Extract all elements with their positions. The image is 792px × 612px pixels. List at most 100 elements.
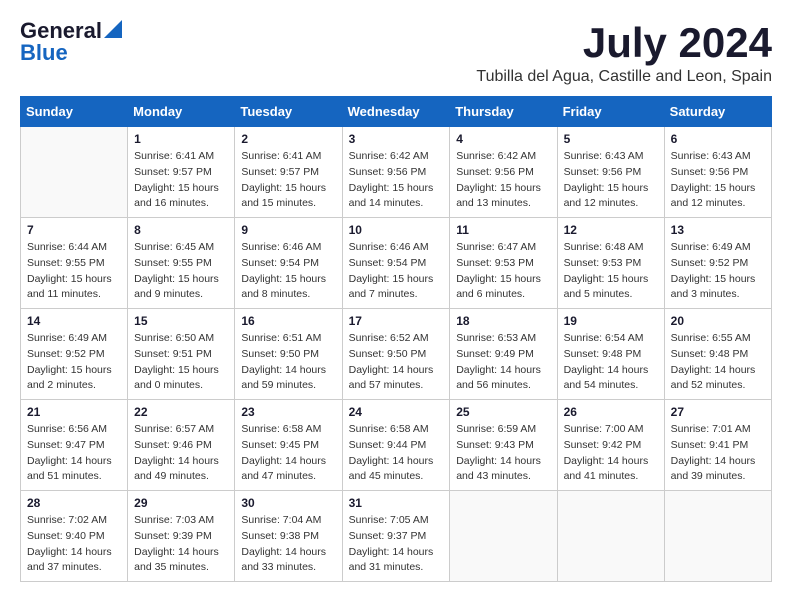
calendar-day-cell: 24 Sunrise: 6:58 AM Sunset: 9:44 PM Dayli… <box>342 400 450 491</box>
calendar-day-cell: 1Sunrise: 6:41 AM Sunset: 9:57 PM Daylig… <box>128 127 235 218</box>
day-info: Sunrise: 6:42 AM Sunset: 9:56 PM Dayligh… <box>456 149 550 212</box>
day-info: Sunrise: 6:42 AM Sunset: 9:56 PM Dayligh… <box>349 149 444 212</box>
calendar-day-cell: 7Sunrise: 6:44 AM Sunset: 9:55 PM Daylig… <box>21 218 128 309</box>
day-info: Sunrise: 6:45 AM Sunset: 9:55 PM Dayligh… <box>134 240 228 303</box>
day-info: Sunrise: 6:43 AM Sunset: 9:56 PM Dayligh… <box>564 149 658 212</box>
day-info: Sunrise: 6:58 AM Sunset: 9:44 PM Dayligh… <box>349 422 444 485</box>
calendar-header-tuesday: Tuesday <box>235 97 342 127</box>
day-info: Sunrise: 6:52 AM Sunset: 9:50 PM Dayligh… <box>349 331 444 394</box>
day-info: Sunrise: 6:55 AM Sunset: 9:48 PM Dayligh… <box>671 331 765 394</box>
day-number: 3 <box>349 132 444 146</box>
day-info: Sunrise: 7:01 AM Sunset: 9:41 PM Dayligh… <box>671 422 765 485</box>
calendar-day-cell: 3 Sunrise: 6:42 AM Sunset: 9:56 PM Daylig… <box>342 127 450 218</box>
calendar-day-cell: 2Sunrise: 6:41 AM Sunset: 9:57 PM Daylig… <box>235 127 342 218</box>
day-number: 28 <box>27 496 121 510</box>
calendar-day-cell: 22 Sunrise: 6:57 AM Sunset: 9:46 PM Dayli… <box>128 400 235 491</box>
page-header: General Blue July 2024 Tubilla del Agua,… <box>20 20 772 86</box>
day-info: Sunrise: 6:57 AM Sunset: 9:46 PM Dayligh… <box>134 422 228 485</box>
day-info: Sunrise: 6:46 AM Sunset: 9:54 PM Dayligh… <box>241 240 335 303</box>
day-number: 11 <box>456 223 550 237</box>
day-info: Sunrise: 7:05 AM Sunset: 9:37 PM Dayligh… <box>349 513 444 576</box>
logo-blue-text: Blue <box>20 42 68 64</box>
day-number: 8 <box>134 223 228 237</box>
calendar-day-cell: 19Sunrise: 6:54 AM Sunset: 9:48 PM Dayli… <box>557 309 664 400</box>
calendar-header-row: SundayMondayTuesdayWednesdayThursdayFrid… <box>21 97 772 127</box>
day-info: Sunrise: 6:49 AM Sunset: 9:52 PM Dayligh… <box>27 331 121 394</box>
calendar-header-saturday: Saturday <box>664 97 771 127</box>
day-number: 15 <box>134 314 228 328</box>
calendar-day-cell: 28 Sunrise: 7:02 AM Sunset: 9:40 PM Dayli… <box>21 491 128 582</box>
day-number: 18 <box>456 314 550 328</box>
calendar-day-cell: 23 Sunrise: 6:58 AM Sunset: 9:45 PM Dayli… <box>235 400 342 491</box>
day-number: 9 <box>241 223 335 237</box>
calendar-day-cell: 14 Sunrise: 6:49 AM Sunset: 9:52 PM Dayli… <box>21 309 128 400</box>
day-number: 4 <box>456 132 550 146</box>
day-number: 10 <box>349 223 444 237</box>
logo-general-text: General <box>20 20 102 42</box>
logo: General Blue <box>20 20 122 64</box>
calendar-day-cell: 18Sunrise: 6:53 AM Sunset: 9:49 PM Dayli… <box>450 309 557 400</box>
calendar-day-cell: 10 Sunrise: 6:46 AM Sunset: 9:54 PM Dayli… <box>342 218 450 309</box>
day-info: Sunrise: 6:47 AM Sunset: 9:53 PM Dayligh… <box>456 240 550 303</box>
day-info: Sunrise: 7:04 AM Sunset: 9:38 PM Dayligh… <box>241 513 335 576</box>
calendar-header-monday: Monday <box>128 97 235 127</box>
day-number: 14 <box>27 314 121 328</box>
day-info: Sunrise: 6:48 AM Sunset: 9:53 PM Dayligh… <box>564 240 658 303</box>
day-info: Sunrise: 7:00 AM Sunset: 9:42 PM Dayligh… <box>564 422 658 485</box>
calendar-day-cell <box>664 491 771 582</box>
calendar-day-cell <box>557 491 664 582</box>
day-number: 27 <box>671 405 765 419</box>
day-number: 23 <box>241 405 335 419</box>
calendar-day-cell <box>21 127 128 218</box>
calendar-header-thursday: Thursday <box>450 97 557 127</box>
day-number: 29 <box>134 496 228 510</box>
day-number: 22 <box>134 405 228 419</box>
day-info: Sunrise: 6:41 AM Sunset: 9:57 PM Dayligh… <box>241 149 335 212</box>
calendar-day-cell: 30 Sunrise: 7:04 AM Sunset: 9:38 PM Dayli… <box>235 491 342 582</box>
calendar-week-row: 7Sunrise: 6:44 AM Sunset: 9:55 PM Daylig… <box>21 218 772 309</box>
day-info: Sunrise: 6:51 AM Sunset: 9:50 PM Dayligh… <box>241 331 335 394</box>
calendar-day-cell: 11 Sunrise: 6:47 AM Sunset: 9:53 PM Dayli… <box>450 218 557 309</box>
day-number: 16 <box>241 314 335 328</box>
day-number: 30 <box>241 496 335 510</box>
calendar-header-friday: Friday <box>557 97 664 127</box>
day-number: 17 <box>349 314 444 328</box>
day-number: 26 <box>564 405 658 419</box>
calendar-week-row: 14 Sunrise: 6:49 AM Sunset: 9:52 PM Dayli… <box>21 309 772 400</box>
day-number: 7 <box>27 223 121 237</box>
month-title: July 2024 <box>476 20 772 66</box>
day-info: Sunrise: 6:50 AM Sunset: 9:51 PM Dayligh… <box>134 331 228 394</box>
calendar-day-cell: 8 Sunrise: 6:45 AM Sunset: 9:55 PM Daylig… <box>128 218 235 309</box>
calendar-day-cell: 29 Sunrise: 7:03 AM Sunset: 9:39 PM Dayli… <box>128 491 235 582</box>
calendar-header-wednesday: Wednesday <box>342 97 450 127</box>
day-info: Sunrise: 7:03 AM Sunset: 9:39 PM Dayligh… <box>134 513 228 576</box>
day-info: Sunrise: 6:46 AM Sunset: 9:54 PM Dayligh… <box>349 240 444 303</box>
calendar-day-cell: 12Sunrise: 6:48 AM Sunset: 9:53 PM Dayli… <box>557 218 664 309</box>
day-info: Sunrise: 6:41 AM Sunset: 9:57 PM Dayligh… <box>134 149 228 212</box>
calendar-day-cell <box>450 491 557 582</box>
calendar-week-row: 28 Sunrise: 7:02 AM Sunset: 9:40 PM Dayli… <box>21 491 772 582</box>
day-number: 25 <box>456 405 550 419</box>
logo-triangle-icon <box>104 20 122 38</box>
calendar-day-cell: 5Sunrise: 6:43 AM Sunset: 9:56 PM Daylig… <box>557 127 664 218</box>
day-info: Sunrise: 6:43 AM Sunset: 9:56 PM Dayligh… <box>671 149 765 212</box>
day-info: Sunrise: 6:58 AM Sunset: 9:45 PM Dayligh… <box>241 422 335 485</box>
day-info: Sunrise: 6:56 AM Sunset: 9:47 PM Dayligh… <box>27 422 121 485</box>
day-info: Sunrise: 6:49 AM Sunset: 9:52 PM Dayligh… <box>671 240 765 303</box>
calendar-day-cell: 6 Sunrise: 6:43 AM Sunset: 9:56 PM Daylig… <box>664 127 771 218</box>
day-number: 6 <box>671 132 765 146</box>
day-info: Sunrise: 6:54 AM Sunset: 9:48 PM Dayligh… <box>564 331 658 394</box>
day-number: 21 <box>27 405 121 419</box>
calendar-day-cell: 15 Sunrise: 6:50 AM Sunset: 9:51 PM Dayli… <box>128 309 235 400</box>
location-title: Tubilla del Agua, Castille and Leon, Spa… <box>476 68 772 86</box>
calendar-table: SundayMondayTuesdayWednesdayThursdayFrid… <box>20 96 772 582</box>
calendar-day-cell: 17 Sunrise: 6:52 AM Sunset: 9:50 PM Dayli… <box>342 309 450 400</box>
day-number: 13 <box>671 223 765 237</box>
calendar-week-row: 21 Sunrise: 6:56 AM Sunset: 9:47 PM Dayli… <box>21 400 772 491</box>
calendar-day-cell: 16 Sunrise: 6:51 AM Sunset: 9:50 PM Dayli… <box>235 309 342 400</box>
calendar-day-cell: 27 Sunrise: 7:01 AM Sunset: 9:41 PM Dayli… <box>664 400 771 491</box>
day-number: 24 <box>349 405 444 419</box>
day-info: Sunrise: 7:02 AM Sunset: 9:40 PM Dayligh… <box>27 513 121 576</box>
calendar-header-sunday: Sunday <box>21 97 128 127</box>
title-section: July 2024 Tubilla del Agua, Castille and… <box>476 20 772 86</box>
